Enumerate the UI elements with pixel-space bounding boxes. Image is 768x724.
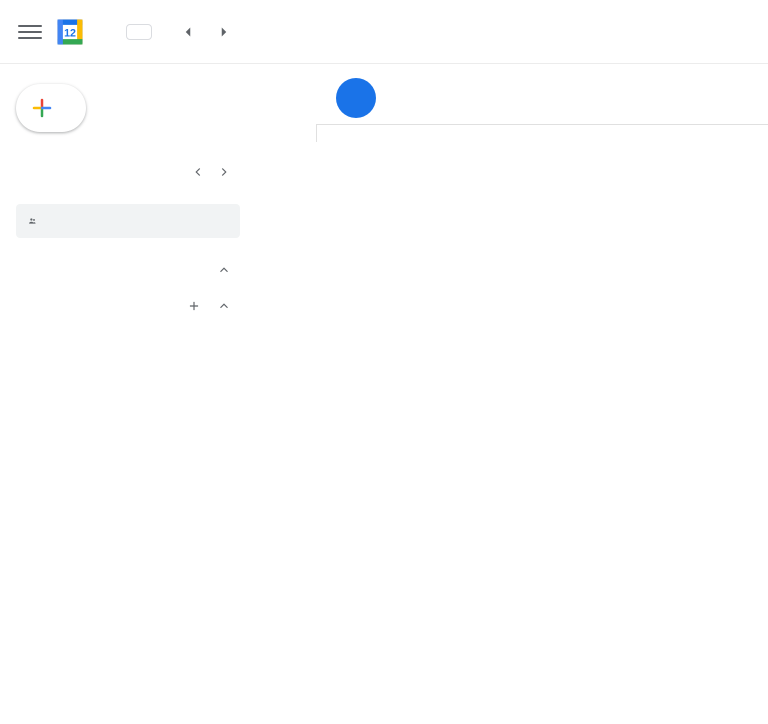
other-calendars-header[interactable] (12, 288, 244, 324)
day-view (256, 64, 768, 336)
create-button[interactable] (16, 84, 86, 132)
date-nav (172, 16, 240, 48)
next-period-button[interactable] (208, 16, 240, 48)
collapse-my-calendars-button[interactable] (212, 258, 236, 282)
search-input[interactable] (47, 213, 228, 229)
header: 12 (0, 0, 768, 64)
day-date-button[interactable] (336, 78, 376, 118)
calendar-logo-icon: 12 (50, 12, 90, 52)
mini-next-button[interactable] (212, 160, 236, 184)
timezone-label (256, 64, 316, 124)
add-other-calendar-button[interactable] (182, 294, 206, 318)
sidebar (0, 64, 256, 336)
app-logo[interactable]: 12 (50, 12, 96, 52)
chevron-up-icon (217, 263, 231, 277)
main-menu-icon[interactable] (18, 20, 42, 44)
main (0, 64, 768, 336)
mini-calendar (12, 156, 244, 192)
plus-icon (30, 96, 54, 120)
search-people[interactable] (16, 204, 240, 238)
plus-icon (187, 299, 201, 313)
people-icon (28, 212, 37, 230)
today-button[interactable] (126, 24, 152, 40)
svg-text:12: 12 (64, 27, 76, 39)
collapse-other-calendars-button[interactable] (212, 294, 236, 318)
prev-period-button[interactable] (172, 16, 204, 48)
chevron-up-icon (217, 299, 231, 313)
my-calendars-header[interactable] (12, 252, 244, 288)
allday-row[interactable] (316, 124, 768, 142)
mini-prev-button[interactable] (186, 160, 210, 184)
